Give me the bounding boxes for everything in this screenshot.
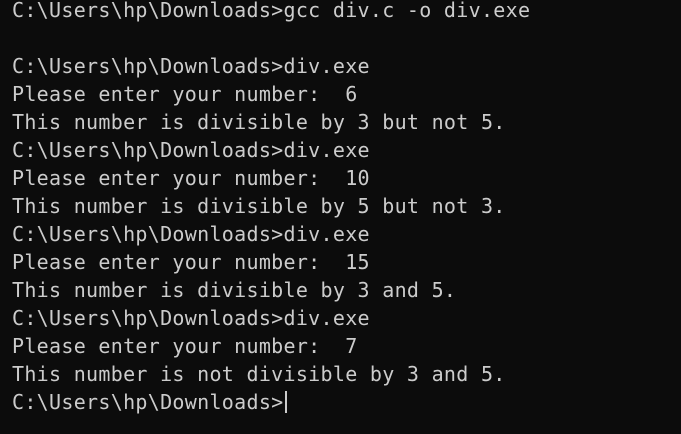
prompt-line[interactable]: C:\Users\hp\Downloads>: [12, 388, 530, 416]
output-line: C:\Users\hp\Downloads>gcc div.c -o div.e…: [12, 0, 531, 22]
output-line: This number is divisible by 3 but not 5.: [12, 110, 506, 134]
terminal-output: C:\Users\hp\Downloads>gcc div.c -o div.e…: [12, 0, 530, 416]
output-line: This number is not divisible by 3 and 5.: [12, 362, 506, 386]
text-cursor: [284, 391, 287, 413]
output-line: This number is divisible by 3 and 5.: [12, 278, 457, 302]
prompt-text: C:\Users\hp\Downloads>: [12, 390, 284, 414]
output-line: C:\Users\hp\Downloads>div.exe: [12, 138, 370, 162]
output-line: Please enter your number: 7: [12, 334, 358, 358]
output-line: C:\Users\hp\Downloads>div.exe: [12, 306, 370, 330]
output-line: C:\Users\hp\Downloads>div.exe: [12, 54, 370, 78]
output-line: Please enter your number: 15: [12, 250, 370, 274]
terminal-window[interactable]: C:\Users\hp\Downloads>gcc div.c -o div.e…: [0, 0, 681, 434]
output-line: Please enter your number: 6: [12, 82, 358, 106]
output-line: Please enter your number: 10: [12, 166, 370, 190]
output-line: This number is divisible by 5 but not 3.: [12, 194, 506, 218]
output-line: C:\Users\hp\Downloads>div.exe: [12, 222, 370, 246]
